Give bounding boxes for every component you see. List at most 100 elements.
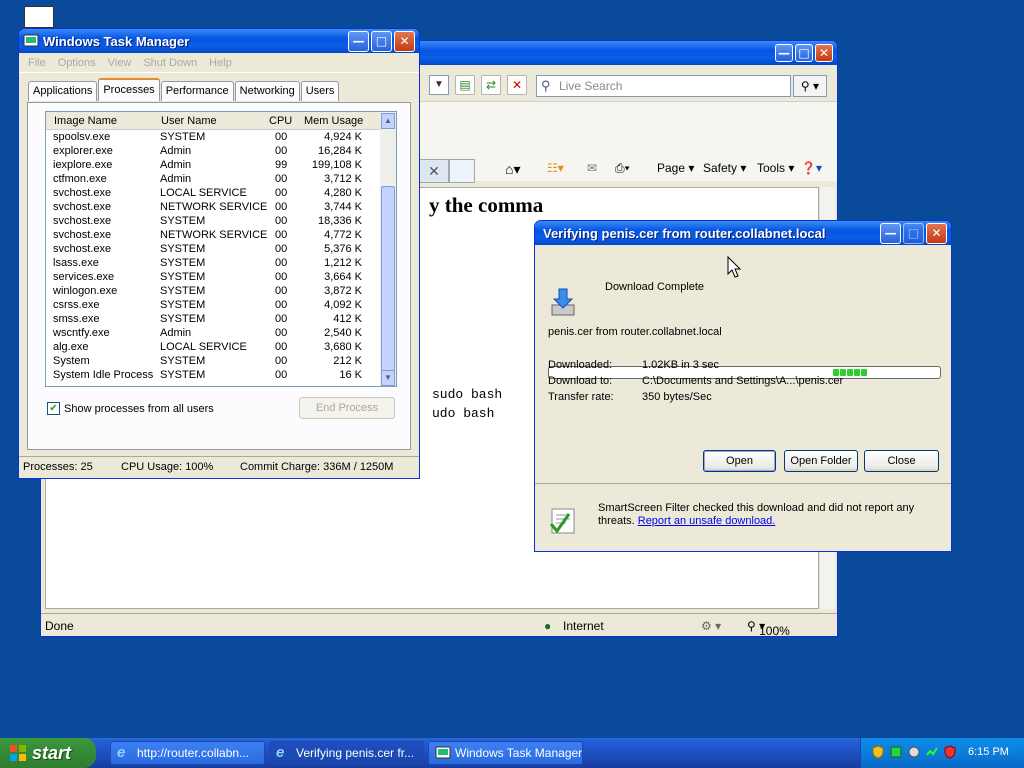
tab-processes[interactable]: Processes: [98, 78, 160, 101]
menu-file[interactable]: File: [28, 57, 46, 69]
table-row[interactable]: svchost.exe NETWORK SERVICE 00 3,744 K: [46, 200, 380, 214]
page-menu[interactable]: Page ▾: [657, 161, 694, 175]
table-row[interactable]: alg.exe LOCAL SERVICE 00 3,680 K: [46, 340, 380, 354]
tools-menu[interactable]: Tools ▾: [757, 161, 794, 175]
scroll-up-button[interactable]: ▲: [381, 113, 395, 129]
start-button[interactable]: start: [0, 738, 96, 768]
table-row[interactable]: svchost.exe SYSTEM 00 5,376 K: [46, 242, 380, 256]
dl-close-button[interactable]: ✕: [926, 222, 947, 244]
table-row[interactable]: svchost.exe LOCAL SERVICE 00 4,280 K: [46, 186, 380, 200]
column-image-name[interactable]: Image Name: [54, 115, 117, 127]
table-row[interactable]: explorer.exe Admin 00 16,284 K: [46, 144, 380, 158]
volume-icon[interactable]: [907, 745, 921, 759]
print-icon[interactable]: ⎙▾: [615, 161, 630, 176]
open-folder-button[interactable]: Open Folder: [784, 450, 858, 472]
process-image-name: wscntfy.exe: [53, 327, 110, 339]
table-row[interactable]: svchost.exe SYSTEM 00 18,336 K: [46, 214, 380, 228]
feeds-icon[interactable]: ☷▾: [547, 161, 564, 175]
table-row[interactable]: lsass.exe SYSTEM 00 1,212 K: [46, 256, 380, 270]
download-dialog-titlebar[interactable]: Verifying penis.cer from router.collabne…: [535, 221, 951, 245]
open-button[interactable]: Open: [703, 450, 776, 472]
search-input[interactable]: ⚲ Live Search: [536, 75, 791, 97]
menu-view[interactable]: View: [108, 57, 132, 69]
mail-icon[interactable]: ✉: [587, 161, 597, 175]
column-cpu[interactable]: CPU: [269, 115, 292, 127]
download-to-value: C:\Documents and Settings\A...\penis.cer: [642, 375, 844, 387]
tab-applications[interactable]: Applications: [28, 81, 98, 101]
table-row[interactable]: winlogon.exe SYSTEM 00 3,872 K: [46, 284, 380, 298]
menu-shut-down[interactable]: Shut Down: [143, 57, 197, 69]
close-dialog-button[interactable]: Close: [864, 450, 939, 472]
table-row[interactable]: iexplore.exe Admin 99 199,108 K: [46, 158, 380, 172]
scroll-down-button[interactable]: ▼: [381, 370, 395, 386]
network-icon[interactable]: [889, 745, 903, 759]
address-dropdown-button[interactable]: ▼: [429, 75, 449, 95]
process-image-name: svchost.exe: [53, 215, 112, 227]
protected-mode-icon[interactable]: ⚙ ▾: [701, 619, 721, 633]
column-user-name[interactable]: User Name: [161, 115, 217, 127]
progress-block: [861, 369, 867, 376]
process-image-name: svchost.exe: [53, 201, 112, 213]
process-user-name: SYSTEM: [160, 299, 206, 311]
system-tray: 6:15 PM: [860, 738, 1024, 768]
zoom-control[interactable]: ⚲ 100% ▾: [747, 619, 790, 636]
tab-networking[interactable]: Networking: [234, 81, 300, 101]
progress-block: [854, 369, 860, 376]
table-row[interactable]: wscntfy.exe Admin 00 2,540 K: [46, 326, 380, 340]
taskbar-button-task-manager[interactable]: Windows Task Manager: [428, 741, 583, 765]
process-user-name: SYSTEM: [160, 215, 206, 227]
process-mem-usage: 16,284 K: [317, 145, 362, 157]
desktop-icon[interactable]: [24, 6, 54, 28]
process-list-scrollbar[interactable]: ▲ ▼: [380, 111, 397, 387]
table-row[interactable]: services.exe SYSTEM 00 3,664 K: [46, 270, 380, 284]
end-process-button[interactable]: End Process: [299, 397, 395, 419]
table-row[interactable]: csrss.exe SYSTEM 00 4,092 K: [46, 298, 380, 312]
compatibility-icon[interactable]: ▤: [455, 75, 475, 95]
task-manager-tray-icon[interactable]: [925, 745, 939, 759]
tm-maximize-button[interactable]: □: [371, 30, 392, 52]
task-manager-titlebar[interactable]: Windows Task Manager — □ ✕: [19, 29, 419, 53]
process-mem-usage: 212 K: [333, 355, 362, 367]
help-icon[interactable]: ❓▾: [801, 161, 822, 175]
table-row[interactable]: svchost.exe NETWORK SERVICE 00 4,772 K: [46, 228, 380, 242]
clock[interactable]: 6:15 PM: [968, 746, 1009, 758]
table-row[interactable]: ctfmon.exe Admin 00 3,712 K: [46, 172, 380, 186]
table-row[interactable]: spoolsv.exe SYSTEM 00 4,924 K: [46, 130, 380, 144]
tm-minimize-button[interactable]: —: [348, 30, 369, 52]
menu-options[interactable]: Options: [58, 57, 96, 69]
taskbar-button-label: Windows Task Manager: [455, 746, 583, 760]
table-row[interactable]: smss.exe SYSTEM 00 412 K: [46, 312, 380, 326]
close-button[interactable]: ✕: [815, 44, 833, 62]
tab-users[interactable]: Users: [300, 81, 340, 101]
search-placeholder: Live Search: [559, 79, 623, 93]
tm-close-button[interactable]: ✕: [394, 30, 415, 52]
safety-menu[interactable]: Safety ▾: [703, 161, 746, 175]
column-mem-usage[interactable]: Mem Usage: [304, 115, 363, 127]
process-cpu: 00: [275, 215, 288, 227]
table-row[interactable]: System SYSTEM 00 212 K: [46, 354, 380, 368]
alert-shield-icon[interactable]: [943, 745, 957, 759]
new-tab-button[interactable]: [449, 159, 475, 183]
tab-close-icon[interactable]: ✕: [419, 159, 449, 183]
dl-minimize-button[interactable]: —: [880, 222, 901, 244]
maximize-button[interactable]: □: [795, 44, 813, 62]
taskbar-button-verifying[interactable]: e Verifying penis.cer fr...: [269, 741, 424, 765]
taskbar-button-ie[interactable]: e http://router.collabn...: [110, 741, 265, 765]
internet-zone-icon: ●: [544, 619, 552, 633]
report-unsafe-download-link[interactable]: Report an unsafe download.: [638, 515, 776, 527]
security-shield-icon[interactable]: [871, 745, 885, 759]
menu-help[interactable]: Help: [209, 57, 232, 69]
stop-icon[interactable]: ✕: [507, 75, 527, 95]
process-rows: spoolsv.exe SYSTEM 00 4,924 K explorer.exe Ad…: [46, 130, 380, 382]
show-all-users-checkbox[interactable]: ✔ Show processes from all users: [47, 402, 214, 415]
smartscreen-footer: SmartScreen Filter checked this download…: [535, 483, 951, 551]
process-user-name: Admin: [160, 173, 192, 185]
search-button[interactable]: ⚲ ▾: [793, 75, 827, 97]
scroll-thumb[interactable]: [381, 186, 395, 372]
refresh-icon[interactable]: ⇄: [481, 75, 501, 95]
table-row[interactable]: System Idle Process SYSTEM 00 16 K: [46, 368, 380, 382]
minimize-button[interactable]: —: [775, 44, 793, 62]
tab-performance[interactable]: Performance: [160, 81, 234, 101]
home-icon[interactable]: ⌂▾: [505, 161, 520, 178]
process-list[interactable]: Image Name User Name CPU Mem Usage spool…: [45, 111, 381, 387]
